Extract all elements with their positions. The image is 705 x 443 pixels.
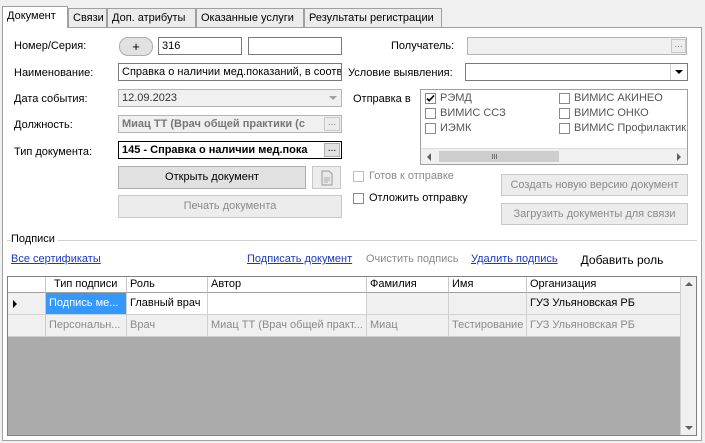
grid-corner	[8, 277, 46, 293]
recipient-browse-button[interactable]: ...	[671, 39, 686, 53]
grid-cell[interactable]	[208, 293, 367, 315]
grid-cell[interactable]: Врач	[127, 315, 208, 337]
grid-cell[interactable]: Подпись ме...	[46, 293, 127, 315]
position-value: Миац ТТ (Врач общей практики (с	[122, 118, 305, 130]
series-input[interactable]	[248, 37, 342, 55]
print-document-button[interactable]: Печать документа	[118, 195, 342, 218]
condition-select[interactable]	[465, 63, 688, 81]
sign-document-link[interactable]: Подписать документ	[247, 253, 352, 265]
signatures-grid: Тип подписи Роль Автор Фамилия Имя Орган…	[7, 276, 697, 436]
name-label: Наименование:	[14, 67, 94, 79]
scroll-right-icon[interactable]	[677, 153, 681, 161]
col-header-sign-type[interactable]: Тип подписи	[46, 277, 127, 293]
name-input[interactable]: Справка о наличии мед.показаний, в соотв	[118, 63, 342, 81]
grid-cell[interactable]: ГУЗ Ульяновская РБ	[527, 315, 682, 337]
tab-links[interactable]: Связи	[68, 8, 107, 27]
checkmark-icon	[426, 94, 435, 102]
grid-cell[interactable]: Миац	[367, 315, 449, 337]
row-header[interactable]	[8, 315, 46, 337]
scroll-up-icon[interactable]	[685, 282, 693, 286]
delete-signature-link[interactable]: Удалить подпись	[471, 253, 558, 265]
add-number-button[interactable]: +	[119, 37, 153, 56]
vertical-scrollbar[interactable]	[680, 277, 696, 435]
horizontal-scrollbar[interactable]	[421, 148, 687, 164]
checkbox[interactable]	[559, 108, 570, 119]
col-header-author[interactable]: Автор	[208, 277, 367, 293]
tab-document[interactable]: Документ	[2, 6, 68, 28]
ready-to-send-checkbox[interactable]	[353, 171, 364, 182]
number-series-label: Номер/Серия:	[14, 40, 87, 52]
col-header-organization[interactable]: Организация	[527, 277, 682, 293]
tab-extra-attributes[interactable]: Доп. атрибуты	[107, 8, 196, 27]
grid-cell[interactable]: Тестирование	[449, 315, 527, 337]
col-header-surname[interactable]: Фамилия	[367, 277, 449, 293]
scroll-left-icon[interactable]	[427, 153, 431, 161]
chevron-down-icon[interactable]	[670, 64, 687, 80]
col-header-role[interactable]: Роль	[127, 277, 208, 293]
checkbox[interactable]	[425, 93, 436, 104]
recipient-input[interactable]	[467, 37, 687, 55]
send-targets-list: РЭМД ВИМИС АКИНЕО ВИМИС ССЗ ВИМИС ОНКО И…	[420, 89, 688, 165]
position-input[interactable]: Миац ТТ (Врач общей практики (с	[118, 115, 342, 133]
position-browse-button[interactable]: ...	[324, 117, 340, 131]
tab-services[interactable]: Оказанные услуги	[196, 8, 304, 27]
grid-cell[interactable]: Миац ТТ (Врач общей практ...	[208, 315, 367, 337]
signatures-divider	[7, 240, 697, 241]
ready-to-send-label: Готов к отправке	[369, 170, 454, 182]
current-row-icon	[13, 300, 17, 308]
col-header-first-name[interactable]: Имя	[449, 277, 527, 293]
add-role-button[interactable]: Добавить роль	[568, 248, 676, 272]
scroll-down-icon[interactable]	[685, 426, 693, 430]
create-new-version-button[interactable]: Создать новую версию документ	[501, 174, 688, 196]
grid-cell[interactable]: Главный врач	[127, 293, 208, 315]
postpone-send-label: Отложить отправку	[369, 192, 468, 204]
event-date-label: Дата события:	[14, 93, 88, 105]
doctype-value: 145 - Справка о наличии мед.пока	[122, 144, 308, 156]
chevron-down-icon[interactable]	[325, 90, 341, 106]
tab-registration-results[interactable]: Результаты регистрации	[304, 8, 442, 27]
load-linked-docs-button[interactable]: Загрузить документы для связи	[501, 203, 688, 225]
grid-cell[interactable]	[449, 293, 527, 315]
signatures-group-label: Подписи	[11, 233, 58, 245]
grid-cell[interactable]: ГУЗ Ульяновская РБ	[527, 293, 682, 315]
number-input[interactable]: 316	[158, 37, 242, 55]
recipient-label: Получатель:	[391, 40, 455, 52]
open-document-button[interactable]: Открыть документ	[118, 166, 306, 189]
checkbox[interactable]	[425, 108, 436, 119]
condition-label: Условие выявления:	[348, 67, 453, 79]
document-icon	[321, 170, 332, 186]
scrollbar-thumb[interactable]	[439, 151, 559, 162]
event-date-value: 12.09.2023	[122, 92, 178, 104]
position-label: Должность:	[14, 119, 73, 131]
doctype-label: Тип документа:	[14, 146, 93, 158]
doctype-input[interactable]: 145 - Справка о наличии мед.пока	[118, 141, 342, 159]
send-to-label: Отправка в	[353, 93, 411, 105]
checkbox[interactable]	[559, 123, 570, 134]
checkbox[interactable]	[425, 123, 436, 134]
postpone-send-checkbox[interactable]	[353, 193, 364, 204]
doctype-browse-button[interactable]: ...	[324, 143, 340, 157]
grid-cell[interactable]: Персональн...	[46, 315, 127, 337]
checkbox[interactable]	[559, 93, 570, 104]
grid-cell[interactable]	[367, 293, 449, 315]
clear-signature-link[interactable]: Очистить подпись	[366, 253, 459, 265]
all-certificates-link[interactable]: Все сертификаты	[11, 253, 101, 265]
document-file-button[interactable]	[312, 166, 341, 189]
row-header[interactable]	[8, 293, 46, 315]
send-target-vimis-prof[interactable]: ВИМИС Профилактика	[559, 122, 687, 136]
event-date-picker[interactable]: 12.09.2023	[118, 89, 342, 107]
